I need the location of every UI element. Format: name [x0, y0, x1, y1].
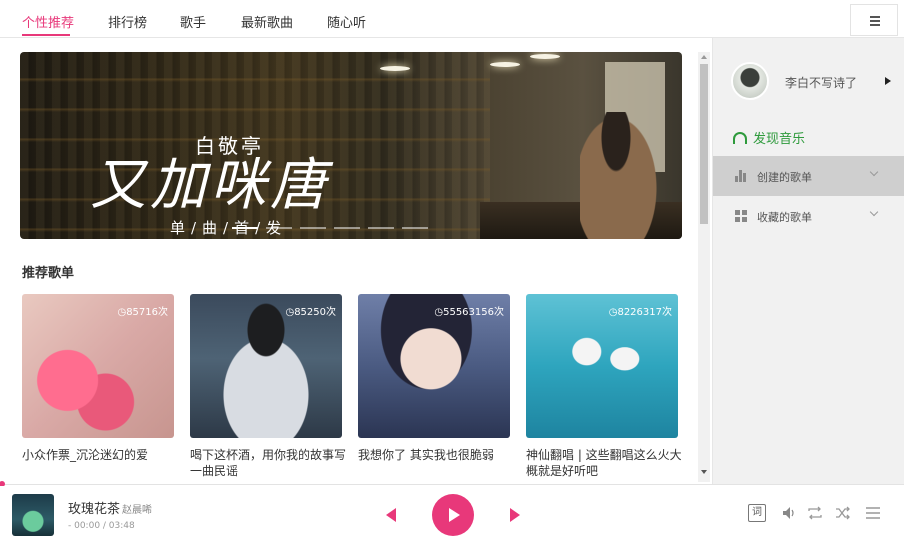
playback-progress-bar[interactable]: [0, 484, 904, 485]
headphones-icon: [733, 132, 747, 144]
banner-carousel[interactable]: 白敬亭 又加咪唐 单/曲/首/发: [20, 52, 682, 239]
hamburger-icon-line: [870, 20, 880, 22]
play-count: ◷85250次: [285, 307, 336, 318]
playlist-card[interactable]: ◷8226317次 神仙翻唱 | 这些翻唱这么火大概就是好听吧: [526, 294, 682, 478]
scroll-down-icon[interactable]: [701, 470, 707, 474]
discover-music-link[interactable]: 发现音乐: [733, 128, 805, 147]
main-scrollbar[interactable]: [698, 52, 710, 482]
previous-icon[interactable]: [386, 508, 396, 522]
grid-icon-cell: [735, 210, 740, 215]
scroll-up-icon[interactable]: [701, 55, 707, 59]
banner-title: 又加咪唐: [90, 153, 330, 218]
playlist-cover[interactable]: ◷85250次: [190, 294, 342, 438]
tab-charts[interactable]: 排行榜: [108, 12, 147, 31]
shuffle-icon[interactable]: [834, 504, 852, 522]
sidebar-item-label: 创建的歌单: [757, 171, 812, 184]
carousel-dot[interactable]: [300, 227, 326, 229]
sidebar-item-created-playlists[interactable]: 创建的歌单: [713, 156, 904, 196]
song-cover[interactable]: [12, 494, 54, 536]
tab-recommend[interactable]: 个性推荐: [22, 12, 74, 31]
bar-chart-icon-bar: [739, 170, 742, 182]
carousel-dot[interactable]: [334, 227, 360, 229]
playlist-icon[interactable]: [864, 504, 882, 522]
banner-light: [530, 54, 560, 59]
active-tab-underline: [22, 34, 70, 36]
play-count-text: 8226317次: [617, 307, 672, 318]
avatar[interactable]: [731, 62, 769, 100]
player-bar: 玫瑰花茶 赵晨唏 - 00:00 / 03:48 词: [0, 486, 904, 550]
sidebar-item-label: 收藏的歌单: [757, 211, 812, 224]
play-count-text: 55563156次: [443, 307, 504, 318]
playlist-name[interactable]: 神仙翻唱 | 这些翻唱这么火大概就是好听吧: [526, 447, 682, 479]
grid-icon-cell: [742, 210, 747, 215]
caret-right-icon[interactable]: [885, 77, 891, 85]
play-icon: [449, 508, 460, 522]
carousel-dot[interactable]: [232, 227, 258, 229]
banner-light: [490, 62, 520, 67]
play-button[interactable]: [432, 494, 474, 536]
playlist-card[interactable]: ◷85716次 小众作票_沉沦迷幻的爱: [22, 294, 174, 462]
carousel-dot[interactable]: [402, 227, 428, 229]
playlist-cover[interactable]: ◷55563156次: [358, 294, 510, 438]
volume-icon[interactable]: [780, 504, 798, 522]
song-title: 玫瑰花茶: [68, 502, 121, 517]
carousel-dot[interactable]: [266, 227, 292, 229]
bar-chart-icon: [735, 170, 747, 182]
song-artist: 赵晨唏: [122, 505, 152, 516]
grid-icon-cell: [735, 217, 740, 222]
song-time: - 00:00 / 03:48: [68, 521, 135, 531]
bar-chart-icon-bar: [743, 173, 746, 182]
play-count-text: 85250次: [294, 307, 336, 318]
playlist-name[interactable]: 小众作票_沉沦迷幻的爱: [22, 447, 178, 463]
banner-artist-photo: [580, 112, 660, 239]
menu-button[interactable]: [850, 4, 898, 36]
next-icon[interactable]: [510, 508, 520, 522]
tab-new-songs[interactable]: 最新歌曲: [241, 12, 293, 31]
playlist-name[interactable]: 喝下这杯酒，用你我的故事写一曲民谣: [190, 447, 346, 479]
play-count: ◷55563156次: [434, 307, 504, 318]
chevron-down-icon[interactable]: [869, 207, 879, 217]
sidebar-item-collected-playlists[interactable]: 收藏的歌单: [713, 196, 904, 236]
playlist-card[interactable]: ◷55563156次 我想你了 其实我也很脆弱: [358, 294, 510, 462]
username[interactable]: 李白不写诗了: [785, 74, 857, 91]
play-count-text: 85716次: [126, 307, 168, 318]
grid-icon: [735, 210, 747, 222]
lyrics-button[interactable]: 词: [748, 504, 766, 522]
playlist-name[interactable]: 我想你了 其实我也很脆弱: [358, 447, 514, 463]
top-nav: 个性推荐 排行榜 歌手 最新歌曲 随心听: [0, 0, 904, 38]
hamburger-icon-line: [870, 24, 880, 26]
bar-chart-icon-bar: [735, 176, 738, 182]
playlist-cover[interactable]: ◷85716次: [22, 294, 174, 438]
playlist-cover[interactable]: ◷8226317次: [526, 294, 678, 438]
banner-light: [380, 66, 410, 71]
tab-random-listen[interactable]: 随心听: [327, 12, 366, 31]
carousel-dot[interactable]: [368, 227, 394, 229]
repeat-icon[interactable]: [806, 504, 824, 522]
playlist-card[interactable]: ◷85250次 喝下这杯酒，用你我的故事写一曲民谣: [190, 294, 346, 478]
scrollbar-thumb[interactable]: [700, 64, 708, 224]
tab-singers[interactable]: 歌手: [180, 12, 206, 31]
grid-icon-cell: [742, 217, 747, 222]
discover-music-label: 发现音乐: [753, 132, 806, 147]
chevron-down-icon[interactable]: [869, 167, 879, 177]
hamburger-icon: [870, 16, 880, 18]
play-count: ◷85716次: [117, 307, 168, 318]
play-count: ◷8226317次: [608, 307, 672, 318]
sidebar: 李白不写诗了 发现音乐 创建的歌单 收藏的歌单: [712, 38, 904, 484]
section-title: 推荐歌单: [22, 266, 75, 281]
